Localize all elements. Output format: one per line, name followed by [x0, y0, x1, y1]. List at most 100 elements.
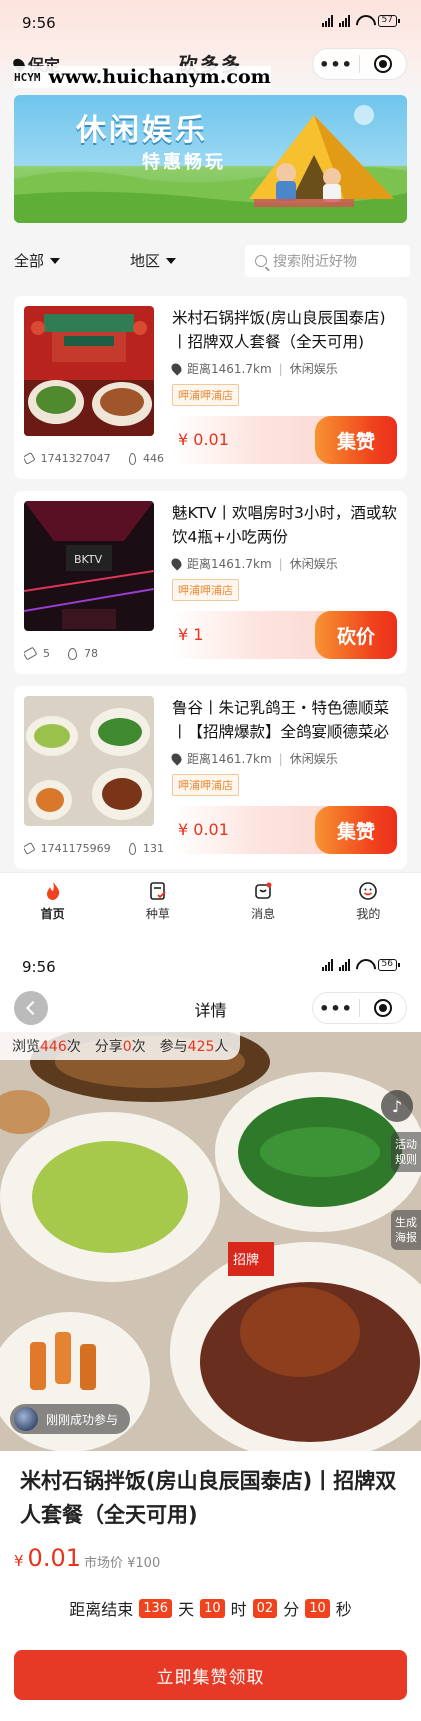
clipboard-check-icon — [148, 881, 168, 901]
shop-tag: 呷浦呷浦店 — [172, 579, 239, 601]
status-time: 9:56 — [22, 958, 56, 976]
mini-program-capsule: ••• — [312, 48, 407, 80]
more-dots-icon[interactable]: ••• — [313, 999, 359, 1018]
card-footer: 1741327047 446 — [24, 452, 164, 465]
message-bag-icon — [253, 881, 273, 901]
fire-icon — [128, 452, 136, 465]
ktv-photo: BKTV — [24, 501, 154, 631]
signal-icon — [338, 15, 350, 27]
minutes-unit: 分 — [283, 1600, 300, 1619]
close-target-button[interactable] — [360, 999, 406, 1017]
meta-separator: | — [278, 361, 283, 376]
countdown-seconds: 10 — [305, 1598, 330, 1618]
svg-text:BKTV: BKTV — [74, 553, 103, 566]
status-icons: 57 — [321, 15, 401, 27]
tab-discover-label: 种草 — [145, 907, 170, 921]
product-title: 魅KTV丨欢唱房时3小时，酒或软饮4瓶+小吃两份 — [172, 504, 397, 546]
nav-bar: 详情 ••• — [0, 986, 421, 1030]
product-card[interactable]: 米村石锅拌饭(房山良辰国泰店)丨招牌双人套餐（全天可用) 距离1461.7km … — [14, 296, 407, 479]
search-input[interactable]: 搜索附近好物 — [245, 245, 410, 277]
bargain-button[interactable]: 砍价 — [315, 611, 397, 659]
shop-tag: 呷浦呷浦店 — [172, 774, 239, 796]
filter-bar: 全部 地区 搜索附近好物 — [0, 242, 421, 282]
tab-profile[interactable]: 我的 — [316, 873, 421, 930]
shop-tag: 呷浦呷浦店 — [172, 384, 239, 406]
avatar — [14, 1407, 38, 1431]
caret-down-icon — [166, 257, 177, 264]
meta-separator: | — [278, 556, 283, 571]
status-icons: 56 — [321, 959, 401, 971]
category: 休闲娱乐 — [289, 752, 338, 766]
tab-discover[interactable]: 种草 — [105, 873, 210, 930]
collect-likes-claim-button[interactable]: 立即集赞领取 — [14, 1650, 407, 1700]
participation-stats: 浏览446次 分享0次 参与425人 — [0, 1032, 241, 1060]
views-stat: 浏览446次 — [12, 1039, 81, 1055]
product-title: 米村石锅拌饭(房山良辰国泰店)丨招牌双人套餐（全天可用) — [172, 309, 386, 351]
seconds-unit: 秒 — [335, 1600, 352, 1619]
tag-icon — [24, 647, 38, 660]
countdown-days: 136 — [139, 1598, 173, 1618]
tab-profile-label: 我的 — [356, 907, 381, 921]
filter-region[interactable]: 地区 — [130, 250, 177, 271]
price-value: 0.01 — [27, 1544, 81, 1572]
product-title: 米村石锅拌饭(房山良辰国泰店)丨招牌双人套餐（全天可用) — [20, 1469, 397, 1527]
activity-rules-button[interactable]: 活动规则 — [391, 1132, 421, 1172]
filter-all-label: 全部 — [14, 252, 45, 270]
music-toggle-button[interactable]: ♪ — [381, 1090, 413, 1122]
product-title: 鲁谷丨朱记乳鸽王・特色德顺菜丨【招牌爆款】全鸽宴顺德菜必 — [172, 699, 390, 741]
collect-likes-button[interactable]: 集赞 — [315, 806, 397, 854]
tab-messages-label: 消息 — [251, 907, 276, 921]
home-flame-icon — [43, 881, 63, 901]
view-count: 1741327047 — [40, 452, 111, 465]
tag-icon — [24, 452, 36, 465]
joined-toast: 刚刚成功参与 — [10, 1404, 131, 1434]
hours-unit: 时 — [230, 1600, 247, 1619]
more-dots-icon[interactable]: ••• — [313, 55, 359, 74]
tab-home-label: 首页 — [40, 907, 65, 921]
fire-icon — [68, 647, 77, 660]
tag-icon — [24, 842, 36, 855]
card-footer: 1741175969 131 — [24, 842, 164, 855]
category: 休闲娱乐 — [289, 362, 338, 376]
generate-poster-button[interactable]: 生成海报 — [391, 1210, 421, 1250]
target-icon — [374, 55, 392, 73]
tab-home[interactable]: 首页 — [0, 873, 105, 930]
distance: 距离1461.7km — [187, 752, 272, 766]
status-bar: 9:56 57 — [0, 0, 421, 40]
currency-symbol: ¥ — [14, 1552, 24, 1570]
product-image: BKTV — [24, 501, 154, 631]
category-banner[interactable]: 休闲娱乐 特惠畅玩 — [14, 95, 407, 223]
collect-likes-button[interactable]: 集赞 — [315, 416, 397, 464]
countdown-minutes: 02 — [252, 1598, 278, 1618]
view-count: 1741175969 — [40, 842, 111, 855]
signal-icon — [338, 959, 350, 971]
mini-program-capsule: ••• — [312, 992, 407, 1024]
close-target-button[interactable] — [360, 55, 406, 73]
food-photo: 招牌 — [0, 1032, 421, 1451]
wifi-icon — [356, 959, 372, 971]
price-bar: ¥ 0.01 集赞 — [172, 416, 397, 464]
price-bar: ¥ 0.01 集赞 — [172, 806, 397, 854]
price: ¥ 0.01 — [178, 430, 229, 449]
tab-messages[interactable]: 消息 — [211, 873, 316, 930]
music-note-icon: ♪ — [391, 1096, 403, 1116]
product-card[interactable]: 鲁谷丨朱记乳鸽王・特色德顺菜丨【招牌爆款】全鸽宴顺德菜必 距离1461.7km … — [14, 686, 407, 869]
target-icon — [374, 999, 392, 1017]
banner-title: 休闲娱乐 — [76, 113, 208, 148]
product-meta: 距离1461.7km | 休闲娱乐 — [169, 360, 338, 377]
wifi-icon — [356, 15, 372, 27]
status-time: 9:56 — [22, 14, 56, 32]
battery-icon: 57 — [377, 15, 401, 27]
location-pin-icon — [169, 751, 184, 766]
joined-toast-text: 刚刚成功参与 — [46, 1412, 119, 1427]
battery-icon: 56 — [377, 959, 401, 971]
joined-stat: 参与425人 — [159, 1039, 229, 1055]
product-meta: 距离1461.7km | 休闲娱乐 — [169, 750, 338, 767]
filter-all[interactable]: 全部 — [14, 250, 61, 271]
distance: 距离1461.7km — [187, 362, 272, 376]
product-card[interactable]: BKTV 魅KTV丨欢唱房时3小时，酒或软饮4瓶+小吃两份 距离1461.7km… — [14, 491, 407, 674]
heat-count: 446 — [143, 452, 164, 465]
watermark-logo: HCYM — [14, 70, 41, 84]
market-price: 市场价 ¥100 — [84, 1556, 161, 1571]
banner-subtitle: 特惠畅玩 — [142, 152, 226, 173]
